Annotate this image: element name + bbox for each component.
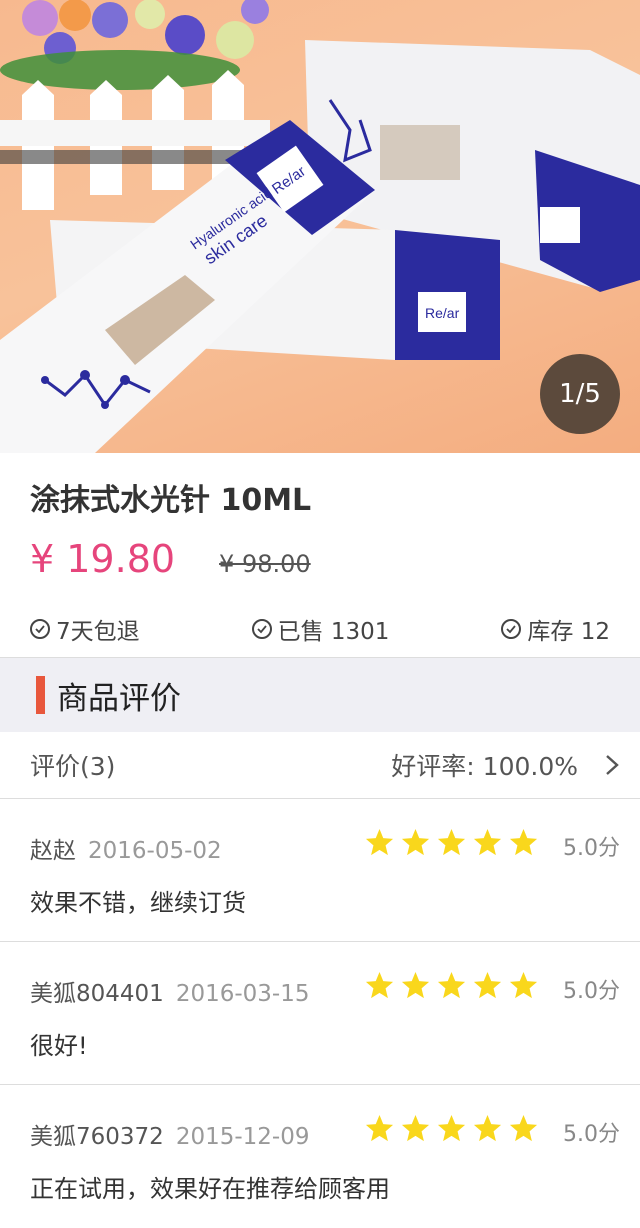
rating-rate: 好评率: 100.0% — [391, 747, 620, 783]
review-text: 正在试用，效果好在推荐给顾客用 — [30, 1175, 390, 1203]
review-item: 美狐804401 2016-03-15 5.0分 很好! — [0, 942, 640, 1085]
product-image-gallery[interactable]: Re/ar Re/ar Hyaluronic acid skin care 1/… — [0, 0, 640, 453]
review-header: 赵赵 2016-05-02 — [30, 831, 222, 865]
star-icon — [365, 1114, 394, 1142]
review-stars — [364, 970, 539, 1001]
chevron-right-icon — [606, 755, 619, 775]
review-list: 赵赵 2016-05-02 5.0分 效果不错，继续订货 美狐804401 20… — [0, 799, 640, 1228]
section-title: 商品评价 — [57, 680, 181, 717]
review-user: 美狐760372 — [30, 1124, 164, 1150]
check-circle-icon — [501, 619, 522, 639]
star-icon — [437, 1114, 466, 1142]
reviews-section-header: 商品评价 — [0, 657, 640, 732]
review-stars — [364, 827, 539, 858]
original-price: ¥ 98.00 — [219, 550, 311, 578]
price-row: ¥ 19.80 ¥ 98.00 — [30, 537, 610, 589]
star-icon — [509, 971, 538, 999]
product-meta-row: 7天包退 已售 1301 库存 12 — [30, 611, 610, 647]
return-policy-label: 7天包退 — [56, 619, 140, 645]
review-user: 赵赵 — [30, 838, 76, 864]
review-text: 效果不错，继续订货 — [30, 889, 246, 917]
check-circle-icon — [251, 619, 272, 639]
stock-count-label: 库存 12 — [527, 619, 610, 645]
current-price: ¥ 19.80 — [30, 537, 176, 581]
review-item: 美狐760372 2015-12-09 5.0分 正在试用，效果好在推荐给顾客用 — [0, 1085, 640, 1228]
svg-text:Re/ar: Re/ar — [425, 305, 460, 321]
review-header: 美狐804401 2016-03-15 — [30, 974, 309, 1008]
review-header: 美狐760372 2015-12-09 — [30, 1117, 309, 1151]
review-date: 2016-03-15 — [175, 981, 310, 1007]
star-icon — [437, 971, 466, 999]
return-policy: 7天包退 — [30, 612, 140, 646]
review-count: 评价(3) — [30, 752, 116, 781]
review-score: 5.0分 — [563, 836, 620, 861]
product-info: 涂抹式水光针 10ML ¥ 19.80 ¥ 98.00 7天包退 已售 1301… — [0, 453, 640, 647]
star-icon — [365, 971, 394, 999]
star-icon — [509, 1114, 538, 1142]
review-item: 赵赵 2016-05-02 5.0分 效果不错，继续订货 — [0, 799, 640, 942]
positive-rate: 好评率: 100.0% — [391, 752, 578, 781]
star-icon — [473, 828, 502, 856]
stock-count: 库存 12 — [501, 612, 610, 646]
review-score: 5.0分 — [563, 1122, 620, 1147]
section-accent-bar — [36, 676, 45, 714]
review-user: 美狐804401 — [30, 981, 164, 1007]
star-icon — [473, 971, 502, 999]
review-date: 2016-05-02 — [88, 838, 222, 864]
check-circle-icon — [30, 619, 50, 639]
reviews-summary-row[interactable]: 评价(3) 好评率: 100.0% — [0, 732, 640, 799]
star-icon — [437, 828, 466, 856]
review-text: 很好! — [30, 1032, 88, 1060]
review-stars — [364, 1113, 539, 1144]
star-icon — [401, 1114, 430, 1142]
star-icon — [401, 828, 430, 856]
sold-count-label: 已售 1301 — [277, 619, 390, 645]
product-title: 涂抹式水光针 10ML — [30, 483, 312, 518]
star-icon — [473, 1114, 502, 1142]
image-pager-indicator: 1/5 — [540, 354, 620, 434]
review-score: 5.0分 — [563, 979, 620, 1004]
sold-count: 已售 1301 — [251, 612, 390, 646]
star-icon — [365, 828, 394, 856]
star-icon — [509, 828, 538, 856]
review-date: 2015-12-09 — [175, 1124, 310, 1150]
star-icon — [401, 971, 430, 999]
